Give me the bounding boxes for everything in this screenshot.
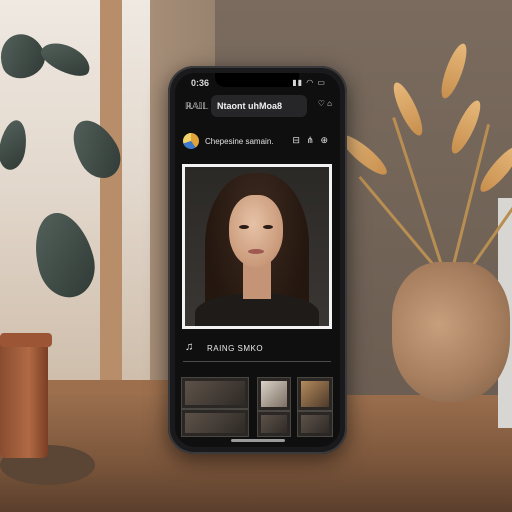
action-label: RAING SMKO [207, 344, 264, 353]
vase [392, 262, 510, 402]
header-left-label[interactable]: ℝ𝔸𝕀𝕃 [185, 101, 208, 112]
thumbnail-grid [181, 377, 333, 437]
status-icons: ▮▮ ◠ ▭ [292, 78, 326, 87]
status-time: 0:36 [191, 78, 210, 88]
divider [183, 361, 331, 362]
plant-pot [0, 338, 48, 458]
avatar[interactable] [183, 133, 199, 149]
plant-pot-rim [0, 333, 52, 347]
phone-screen: 0:36 ▮▮ ◠ ▭ ℝ𝔸𝕀𝕃 Ntaont uhMoa8 ♡ ⌂ Chepe… [175, 73, 340, 447]
thumbnail[interactable] [297, 411, 333, 437]
notch [215, 73, 299, 87]
music-note-icon[interactable]: ♫ [185, 341, 193, 353]
header-right-icons[interactable]: ♡ ⌂ [318, 99, 332, 108]
app-header: ℝ𝔸𝕀𝕃 Ntaont uhMoa8 ♡ ⌂ [175, 93, 340, 119]
photo-face [229, 195, 283, 267]
thumbnail[interactable] [257, 411, 291, 437]
photo-lips [248, 249, 264, 254]
post-header: Chepesine samain. ⊟ ⋔ ⊕ [175, 129, 340, 153]
photo-eye [239, 225, 249, 229]
photo-eye [263, 225, 273, 229]
thumbnail[interactable] [181, 377, 249, 409]
account-name[interactable]: Chepesine samain. [205, 137, 273, 146]
app-title: Ntaont uhMoa8 [217, 101, 282, 111]
status-bar: 0:36 ▮▮ ◠ ▭ [175, 73, 340, 91]
post-menu-icons[interactable]: ⊟ ⋔ ⊕ [292, 135, 330, 146]
thumbnail[interactable] [257, 377, 291, 411]
action-row: ♫ RAING SMKO [175, 339, 340, 357]
window-frame [100, 0, 122, 400]
home-indicator[interactable] [231, 439, 285, 442]
thumbnail[interactable] [181, 409, 249, 437]
post-photo[interactable] [185, 167, 329, 326]
thumbnail[interactable] [297, 377, 333, 411]
